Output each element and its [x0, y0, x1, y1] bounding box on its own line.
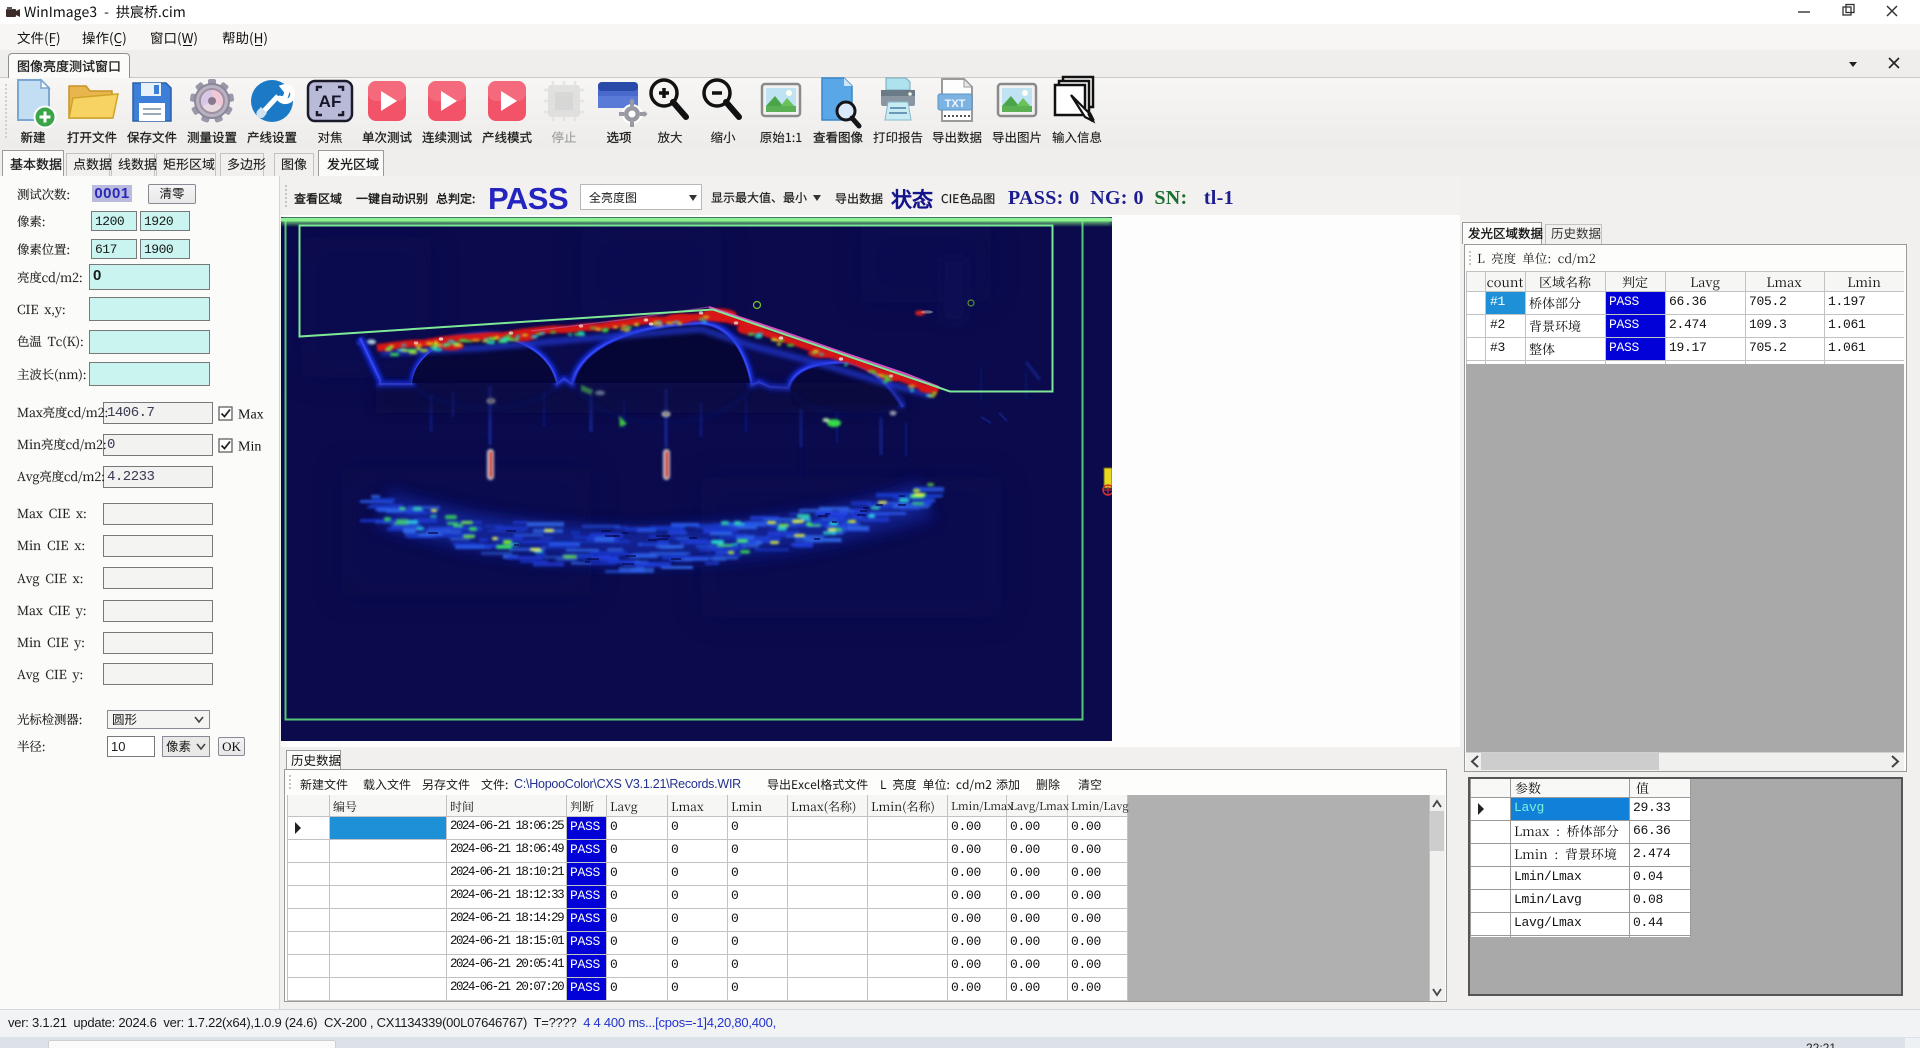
svg-text:AF: AF [319, 92, 342, 111]
svg-text:TXT: TXT [945, 98, 966, 110]
svg-text:Min: Min [238, 440, 261, 455]
svg-text:Max: Max [238, 408, 264, 423]
